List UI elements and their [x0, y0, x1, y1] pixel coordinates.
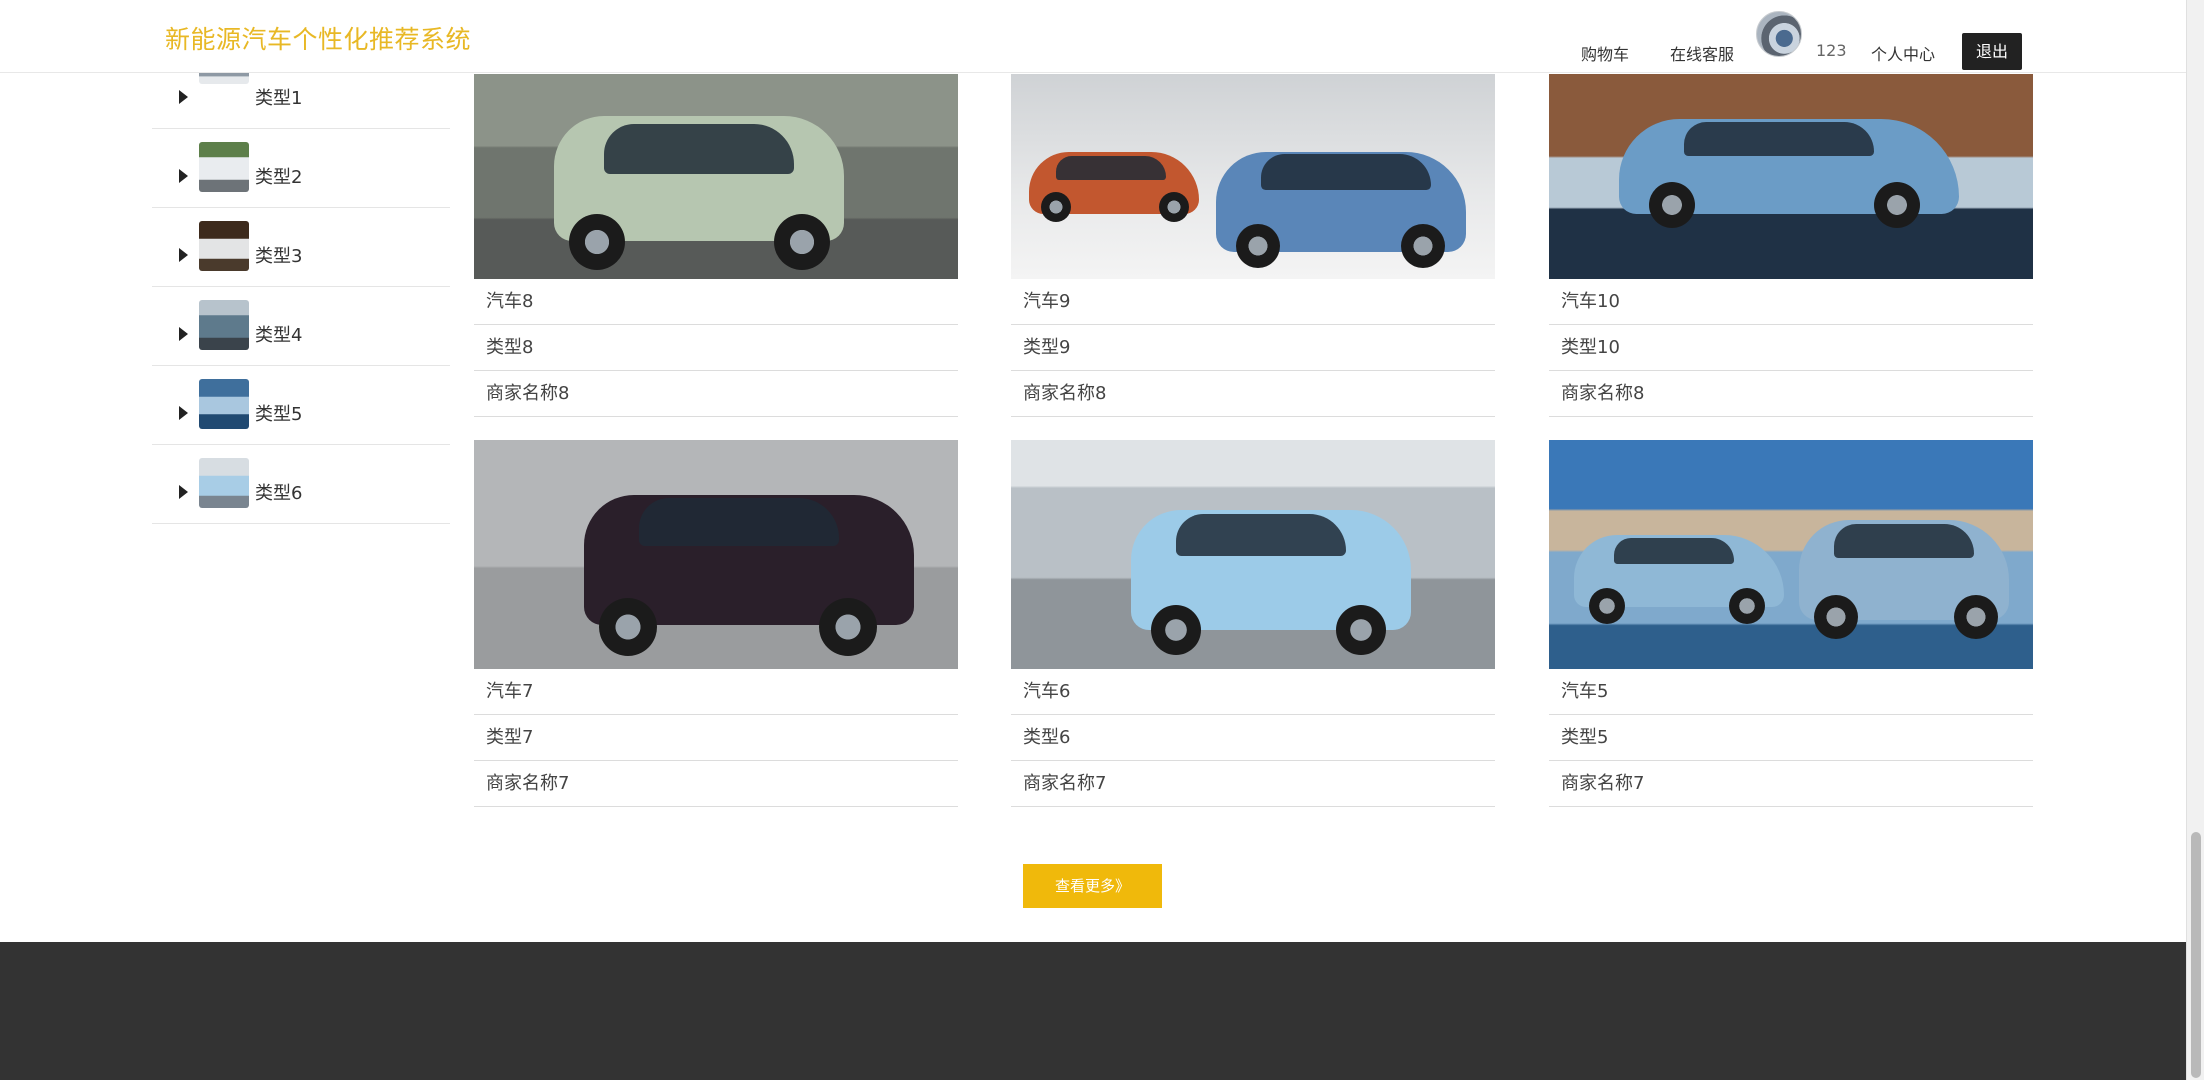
- product-card[interactable]: 汽车10 类型10 商家名称8: [1549, 74, 2033, 417]
- nav-profile-link[interactable]: 个人中心: [1871, 41, 1935, 65]
- sidebar-item-label: 类型1: [255, 88, 303, 109]
- product-merchant: 商家名称7: [474, 761, 958, 807]
- product-type: 类型10: [1549, 325, 2033, 371]
- sidebar-item-label: 类型4: [255, 325, 303, 346]
- product-type: 类型8: [474, 325, 958, 371]
- avatar[interactable]: [1756, 11, 1802, 57]
- product-merchant: 商家名称8: [1549, 371, 2033, 417]
- product-merchant: 商家名称8: [1011, 371, 1495, 417]
- sidebar-item-label: 类型6: [255, 483, 303, 504]
- nav-online-service-link[interactable]: 在线客服: [1670, 41, 1734, 65]
- nav-cart-link[interactable]: 购物车: [1581, 41, 1629, 65]
- product-card[interactable]: 汽车6 类型6 商家名称7: [1011, 440, 1495, 807]
- product-name[interactable]: 汽车5: [1549, 669, 2033, 715]
- product-name[interactable]: 汽车7: [474, 669, 958, 715]
- category-thumbnail: [199, 379, 249, 429]
- product-card[interactable]: 汽车8 类型8 商家名称8: [474, 74, 958, 417]
- product-image[interactable]: [1011, 440, 1495, 669]
- caret-right-icon: [179, 248, 188, 262]
- product-type: 类型9: [1011, 325, 1495, 371]
- category-thumbnail: [199, 458, 249, 508]
- product-name[interactable]: 汽车8: [474, 279, 958, 325]
- product-merchant: 商家名称7: [1549, 761, 2033, 807]
- product-image[interactable]: [1011, 74, 1495, 279]
- product-type: 类型5: [1549, 715, 2033, 761]
- product-card[interactable]: 汽车9 类型9 商家名称8: [1011, 74, 1495, 417]
- product-type: 类型7: [474, 715, 958, 761]
- username: 123: [1816, 41, 1847, 60]
- site-title[interactable]: 新能源汽车个性化推荐系统: [165, 20, 471, 56]
- logout-button[interactable]: 退出: [1962, 33, 2022, 70]
- top-header: 新能源汽车个性化推荐系统 购物车 在线客服 123 个人中心 退出: [0, 0, 2186, 73]
- category-thumbnail: [199, 142, 249, 192]
- scrollbar-thumb[interactable]: [2191, 832, 2201, 1078]
- sidebar-item-type4[interactable]: 类型4: [152, 287, 450, 366]
- caret-right-icon: [179, 90, 188, 104]
- product-name[interactable]: 汽车9: [1011, 279, 1495, 325]
- page-scrollbar[interactable]: [2186, 0, 2204, 1080]
- product-type: 类型6: [1011, 715, 1495, 761]
- category-sidebar: 类型1 类型2 类型3 类型4 类型5 类型6: [152, 50, 450, 524]
- product-merchant: 商家名称7: [1011, 761, 1495, 807]
- product-name[interactable]: 汽车6: [1011, 669, 1495, 715]
- product-name[interactable]: 汽车10: [1549, 279, 2033, 325]
- page-footer: [0, 942, 2186, 1080]
- caret-right-icon: [179, 485, 188, 499]
- category-thumbnail: [199, 300, 249, 350]
- sidebar-item-label: 类型5: [255, 404, 303, 425]
- category-thumbnail: [199, 221, 249, 271]
- caret-right-icon: [179, 169, 188, 183]
- product-image[interactable]: [474, 440, 958, 669]
- sidebar-item-type6[interactable]: 类型6: [152, 445, 450, 524]
- sidebar-item-label: 类型3: [255, 246, 303, 267]
- sidebar-item-type5[interactable]: 类型5: [152, 366, 450, 445]
- sidebar-item-type3[interactable]: 类型3: [152, 208, 450, 287]
- product-image[interactable]: [1549, 74, 2033, 279]
- product-image[interactable]: [474, 74, 958, 279]
- caret-right-icon: [179, 327, 188, 341]
- product-card[interactable]: 汽车7 类型7 商家名称7: [474, 440, 958, 807]
- product-card[interactable]: 汽车5 类型5 商家名称7: [1549, 440, 2033, 807]
- sidebar-item-type2[interactable]: 类型2: [152, 129, 450, 208]
- caret-right-icon: [179, 406, 188, 420]
- sidebar-item-label: 类型2: [255, 167, 303, 188]
- product-image[interactable]: [1549, 440, 2033, 669]
- product-merchant: 商家名称8: [474, 371, 958, 417]
- view-more-button[interactable]: 查看更多》: [1023, 864, 1162, 908]
